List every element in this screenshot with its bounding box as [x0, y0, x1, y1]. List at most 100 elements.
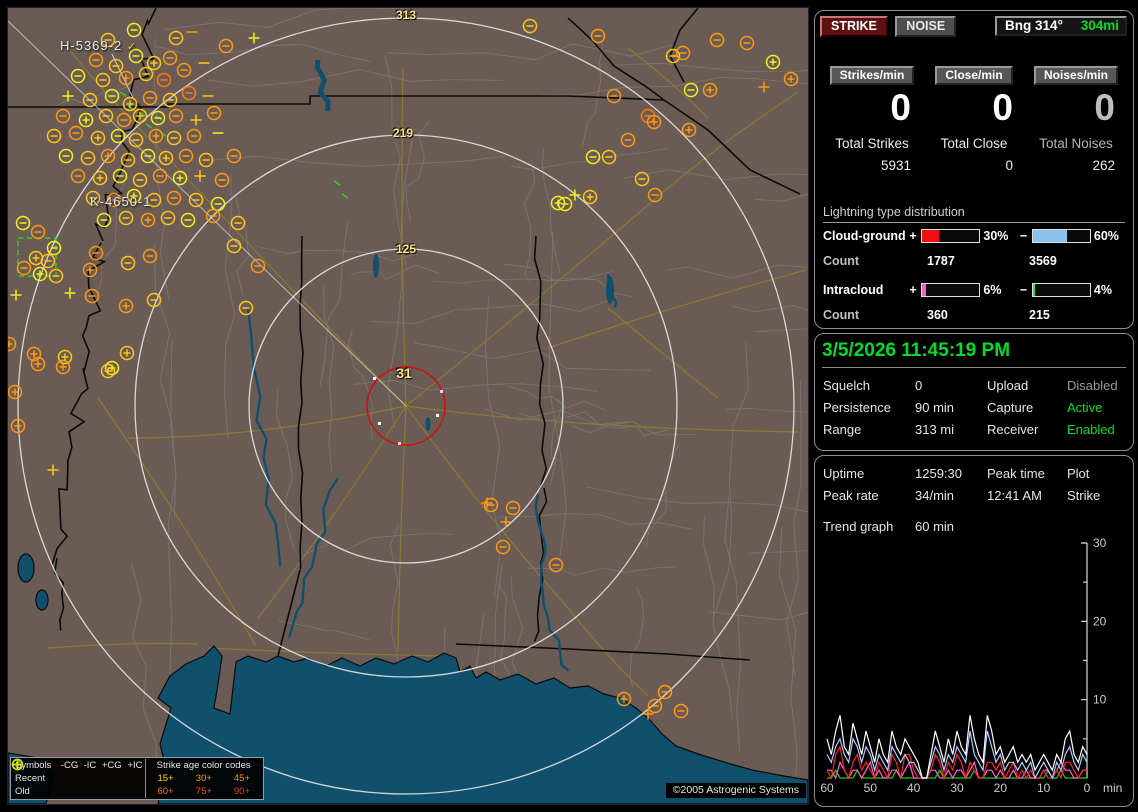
ic-negative-count: 215	[1029, 308, 1050, 322]
noise-mode-button[interactable]: NOISE	[895, 16, 957, 37]
upload-label: Upload	[987, 378, 1029, 393]
cg-negative-pct: 60%	[1093, 229, 1119, 243]
trend-graph: 10 20 30 60 50 40 30 20 10 0 min	[820, 536, 1122, 795]
system-status-panel: 3/5/2026 11:45:19 PM Squelch 0 Upload Di…	[814, 333, 1134, 451]
cg-positive-bar	[921, 229, 981, 243]
svg-text:min: min	[1103, 781, 1122, 795]
ic-count-row: Count 360 215	[823, 308, 1050, 322]
total-noises-value: 262	[1092, 158, 1115, 173]
total-noises-label: Total Noises	[1039, 136, 1113, 151]
plus-sign: +	[909, 229, 917, 243]
age-code-15: 15+	[145, 772, 185, 785]
squelch-label: Squelch	[823, 378, 870, 393]
age-code-30: 30+	[195, 773, 212, 784]
close-per-min-button[interactable]: Close/min	[935, 66, 1013, 85]
ic-negative-pct: 4%	[1093, 283, 1112, 297]
total-close-value: 0	[1005, 158, 1013, 173]
storm-cell-id: K-4650-1	[90, 194, 152, 209]
strike-mode-button[interactable]: STRIKE	[820, 16, 888, 37]
svg-text:40: 40	[907, 781, 921, 795]
plus-sign: +	[909, 283, 917, 297]
age-code-90: 90+	[233, 786, 250, 797]
legend-col-neg-cg: -CG	[60, 760, 79, 771]
legend-recent-row: Recent 15+ 30+ 45+	[11, 758, 261, 785]
cg-count-row: Count 1787 3569	[823, 254, 1057, 268]
ring-label-125: 125	[395, 242, 417, 256]
storm-cell-id: H-5369-2	[60, 38, 123, 53]
cg-negative-bar	[1031, 229, 1091, 243]
ring-label-219: 219	[392, 126, 414, 140]
age-code-45: 45+	[233, 773, 250, 784]
upload-status: Disabled	[1067, 378, 1118, 393]
range-label: Range	[823, 422, 862, 437]
storm-cell-label-k4650[interactable]: K-4650-1	[90, 194, 151, 209]
intracloud-row: Intracloud + 6% − 4%	[823, 283, 1129, 297]
ic-positive-pct: 6%	[983, 283, 1002, 297]
cloud-ground-row: Cloud-ground + 30% − 60%	[823, 229, 1129, 243]
plus-icon	[13, 760, 22, 769]
legend-col-pos-ic: +IC	[127, 760, 143, 771]
capture-label: Capture	[987, 400, 1034, 415]
bearing-value: Bng 314°	[1005, 18, 1063, 33]
svg-text:50: 50	[864, 781, 878, 795]
noises-per-min-button[interactable]: Noises/min	[1033, 66, 1119, 85]
ring-label-313: 313	[395, 8, 417, 22]
cg-label: Cloud-ground	[823, 229, 906, 243]
storm-cell-label-h5369[interactable]: H-5369-2 ✓	[60, 38, 137, 53]
persistence-label: Persistence	[823, 400, 891, 415]
legend-header-row: Symbols -CG -IC +CG +IC Strike age color…	[13, 759, 261, 772]
legend-col-pos-cg: +CG	[101, 760, 122, 771]
legend-col-neg-ic: -IC	[83, 760, 97, 771]
age-code-75: 75+	[195, 786, 212, 797]
bearing-indicator: Bng 314° 304mi	[995, 16, 1127, 36]
copyright-text: ©2005 Astrogenic Systems	[665, 783, 806, 798]
receiver-label: Receiver	[987, 422, 1039, 437]
ring-label-31: 31	[396, 365, 412, 381]
svg-text:30: 30	[1093, 536, 1107, 550]
svg-text:0: 0	[1084, 781, 1091, 795]
legend-old-label: Old	[15, 786, 30, 797]
lightning-map[interactable]: 313 219 125 31 H-5369-2 ✓ K-4650-1 Symbo…	[7, 7, 809, 805]
count-label: Count	[823, 254, 860, 268]
count-label: Count	[823, 308, 860, 322]
ic-negative-bar	[1031, 283, 1091, 297]
svg-text:60: 60	[820, 781, 834, 795]
legend-old-row: Old 60+ 75+ 90+	[11, 758, 261, 798]
cell-check-icon: ✓	[126, 41, 138, 53]
distribution-title: Lightning type distribution	[823, 205, 1125, 223]
total-strikes-label: Total Strikes	[835, 136, 909, 151]
total-close-label: Total Close	[940, 136, 1008, 151]
persistence-value: 90 min	[915, 400, 955, 415]
close-rate-value: 0	[992, 87, 1013, 128]
range-value: 313 mi	[915, 422, 955, 437]
total-strikes-value: 5931	[880, 158, 911, 173]
svg-text:10: 10	[1037, 781, 1051, 795]
cg-positive-pct: 30%	[983, 229, 1009, 243]
minus-sign: −	[1019, 229, 1028, 243]
cg-positive-count: 1787	[927, 254, 955, 268]
noises-rate-value: 0	[1094, 87, 1115, 128]
map-legend: Symbols -CG -IC +CG +IC Strike age color…	[10, 757, 264, 800]
bearing-distance: 304mi	[1080, 18, 1119, 33]
strike-stats-panel: STRIKE NOISE Bng 314° 304mi Strikes/min …	[814, 10, 1134, 329]
minus-sign: −	[1019, 283, 1028, 297]
capture-status: Active	[1067, 400, 1103, 415]
cg-negative-count: 3569	[1029, 254, 1057, 268]
svg-text:30: 30	[950, 781, 964, 795]
legend-recent-label: Recent	[15, 773, 46, 784]
trend-panel: Uptime 1259:30 Peak time Plot Peak rate …	[814, 455, 1134, 807]
strikes-rate-value: 0	[890, 87, 911, 128]
squelch-value: 0	[915, 378, 923, 393]
strikes-per-min-button[interactable]: Strikes/min	[829, 66, 915, 85]
ic-positive-count: 360	[927, 308, 948, 322]
ic-label: Intracloud	[823, 283, 884, 297]
legend-age-title: Strike age color codes	[145, 759, 261, 772]
nexstorm-app: 313 219 125 31 H-5369-2 ✓ K-4650-1 Symbo…	[0, 0, 1138, 812]
svg-text:20: 20	[994, 781, 1008, 795]
svg-text:10: 10	[1093, 693, 1107, 707]
ic-positive-bar	[921, 283, 981, 297]
receiver-status: Enabled	[1067, 422, 1115, 437]
svg-text:20: 20	[1093, 614, 1107, 628]
age-code-60: 60+	[145, 785, 185, 798]
datetime-display: 3/5/2026 11:45:19 PM	[822, 340, 1126, 368]
